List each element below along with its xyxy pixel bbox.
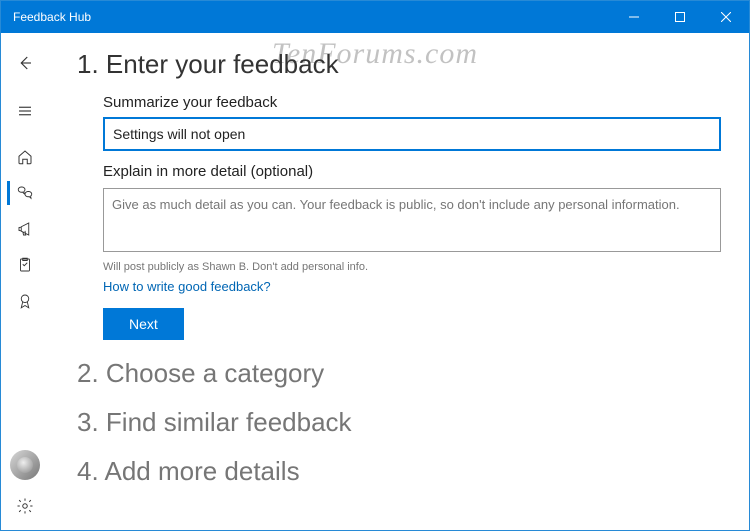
sidebar-item-quests[interactable]: [5, 247, 45, 283]
feedback-icon: [16, 184, 34, 202]
avatar[interactable]: [10, 450, 40, 480]
sidebar-item-achievements[interactable]: [5, 283, 45, 319]
close-icon: [721, 12, 731, 22]
gear-icon: [16, 497, 34, 515]
step-4-title: 4. Add more details: [77, 456, 721, 487]
close-button[interactable]: [703, 1, 749, 33]
sidebar-item-home[interactable]: [5, 139, 45, 175]
step-2-title: 2. Choose a category: [77, 358, 721, 389]
step-3-title: 3. Find similar feedback: [77, 407, 721, 438]
back-arrow-icon: [16, 54, 34, 72]
next-button[interactable]: Next: [103, 308, 184, 340]
main-content: 1. Enter your feedback Summarize your fe…: [49, 33, 749, 530]
step-1-title: 1. Enter your feedback: [77, 49, 721, 80]
hamburger-icon: [16, 102, 34, 120]
help-link[interactable]: How to write good feedback?: [103, 279, 721, 294]
detail-label: Explain in more detail (optional): [103, 163, 721, 180]
back-button[interactable]: [5, 43, 45, 83]
minimize-button[interactable]: [611, 1, 657, 33]
sidebar: [1, 33, 49, 530]
detail-textarea[interactable]: [103, 188, 721, 252]
maximize-icon: [675, 12, 685, 22]
maximize-button[interactable]: [657, 1, 703, 33]
minimize-icon: [629, 12, 639, 22]
titlebar: Feedback Hub: [1, 1, 749, 33]
hamburger-button[interactable]: [5, 93, 45, 129]
summary-label: Summarize your feedback: [103, 94, 721, 111]
app-title: Feedback Hub: [1, 10, 91, 24]
home-icon: [16, 148, 34, 166]
avatar-image: [17, 457, 33, 473]
ribbon-icon: [16, 292, 34, 310]
sidebar-item-announcements[interactable]: [5, 211, 45, 247]
quests-icon: [16, 256, 34, 274]
megaphone-icon: [16, 220, 34, 238]
sidebar-item-feedback[interactable]: [5, 175, 45, 211]
privacy-hint: Will post publicly as Shawn B. Don't add…: [103, 261, 721, 273]
window-controls: [611, 1, 749, 33]
summary-input[interactable]: [103, 117, 721, 151]
settings-button[interactable]: [5, 486, 45, 526]
